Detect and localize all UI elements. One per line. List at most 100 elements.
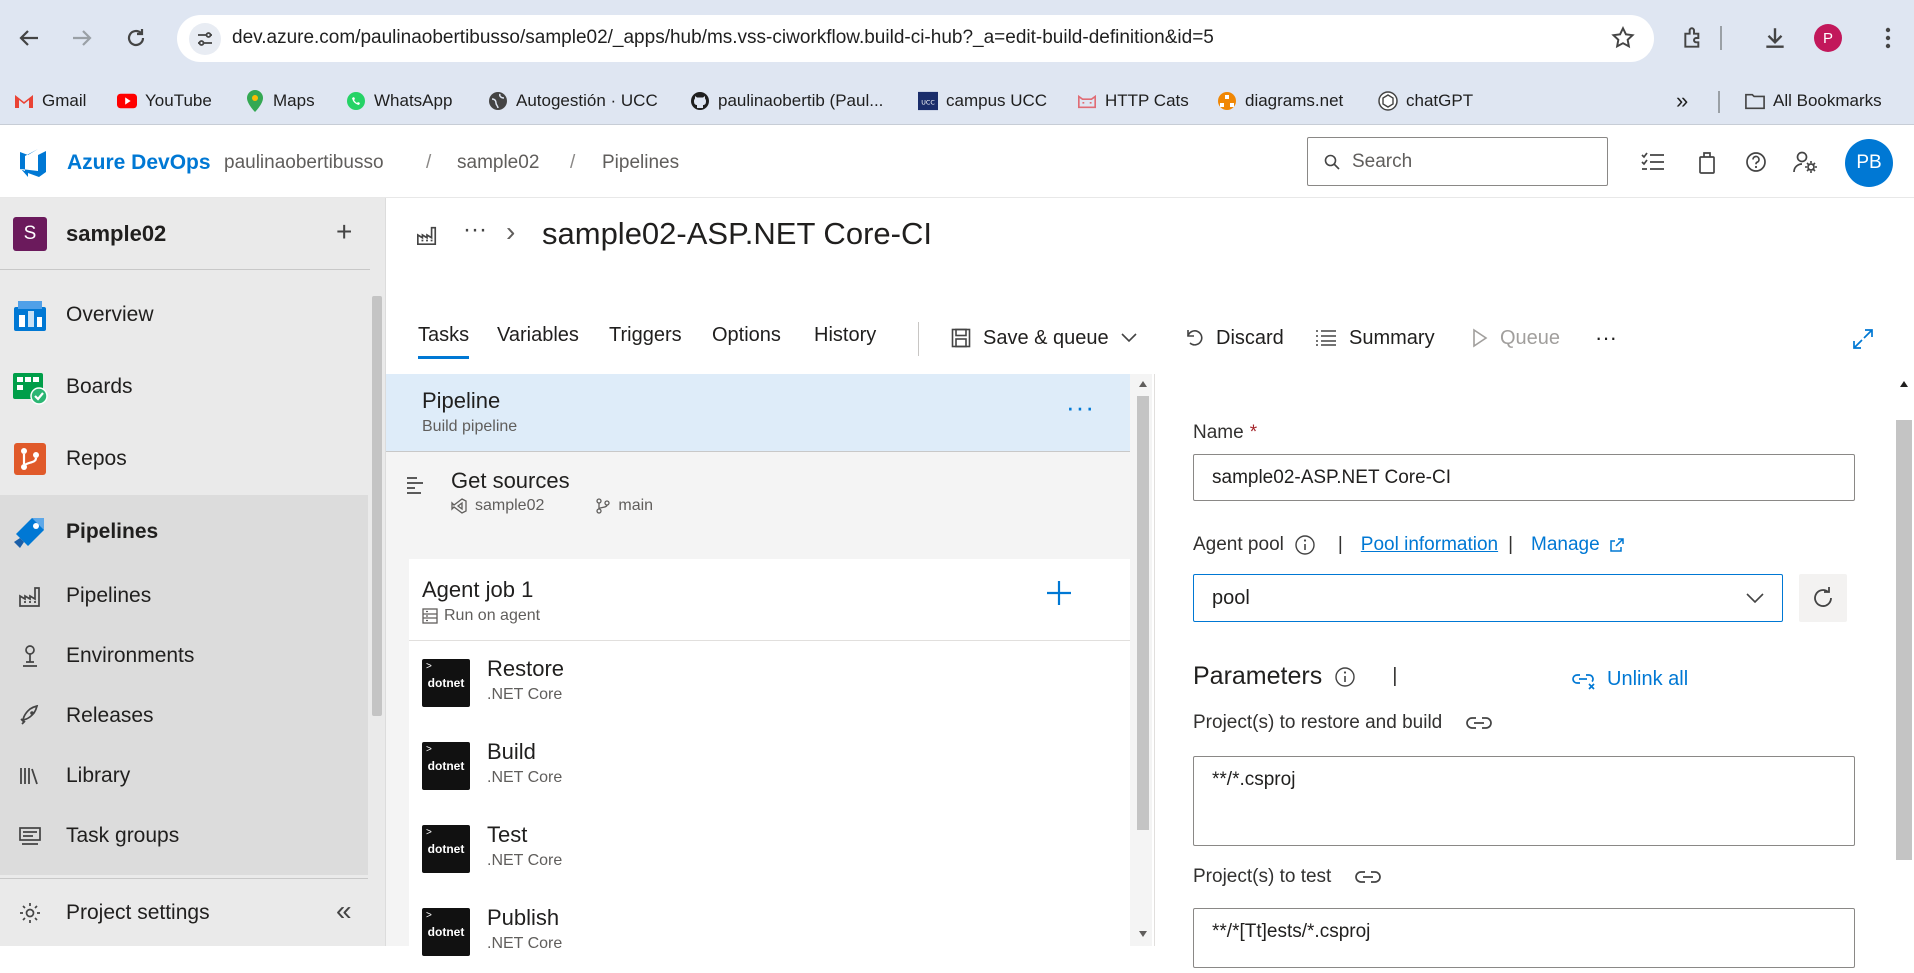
link-chain-icon[interactable] [1466,715,1493,731]
sidebar-subitem-pipelines[interactable]: Pipelines [0,566,368,626]
refresh-pool-button[interactable] [1799,574,1847,622]
project-header[interactable]: S sample02 + [0,198,370,270]
sidebar-item-repos[interactable]: Repos [0,429,368,489]
azure-devops-logo-icon[interactable] [16,145,50,179]
bookmark-http-cats[interactable]: HTTP Cats [1077,87,1189,115]
sidebar-subitem-library[interactable]: Library [0,746,368,806]
bookmark-diagrams[interactable]: diagrams.net [1217,87,1343,115]
user-settings-icon[interactable] [1793,149,1819,175]
sidebar-item-overview[interactable]: Overview [0,285,368,345]
forward-button[interactable] [64,20,100,56]
get-sources-node[interactable]: Get sources sample02 main [386,453,1130,537]
queue-button[interactable]: Queue [1472,320,1560,356]
bookmark-youtube[interactable]: YouTube [117,87,212,115]
test-projects-textarea[interactable]: **/*[Tt]ests/*.csproj [1193,908,1855,968]
user-avatar[interactable]: PB [1845,139,1893,187]
unlink-all-button[interactable]: Unlink all [1571,668,1688,691]
tab-tasks[interactable]: Tasks [418,324,470,359]
bookmark-campus-ucc[interactable]: UCC campus UCC [918,87,1047,115]
search-box[interactable] [1307,137,1608,186]
add-task-plus-icon[interactable] [1045,579,1073,607]
restore-projects-textarea[interactable]: **/*.csproj [1193,756,1855,846]
tab-triggers[interactable]: Triggers [609,324,682,347]
pipeline-title: Pipeline [422,388,501,413]
sidebar-item-label: Pipelines [66,584,152,607]
sidebar-item-pipelines[interactable]: Pipelines [0,502,368,562]
pipeline-more-button[interactable]: ··· [1066,392,1095,423]
parameters-heading: Parameters | [1193,662,1397,691]
task-publish[interactable]: dotnet Publish .NET Core [409,891,1130,973]
address-bar[interactable]: dev.azure.com/paulinaobertibusso/sample0… [177,15,1654,62]
project-name[interactable]: sample02 [66,221,166,247]
bookmark-label: diagrams.net [1245,91,1344,110]
profile-avatar[interactable]: P [1814,24,1842,52]
extensions-icon[interactable] [1676,20,1712,56]
summary-button[interactable]: Summary [1315,320,1435,356]
external-link-icon [1609,538,1624,552]
sidebar-subitem-releases[interactable]: Releases [0,686,368,746]
sidebar-subitem-task-groups[interactable]: Task groups [0,806,368,866]
sidebar-subitem-environments[interactable]: Environments [0,626,368,686]
work-items-icon[interactable] [1640,149,1666,175]
help-icon[interactable] [1743,149,1769,175]
branch-icon [596,498,611,514]
manage-link[interactable]: Manage [1531,534,1600,556]
name-input[interactable]: sample02-ASP.NET Core-CI [1193,454,1855,501]
breadcrumb-organization[interactable]: paulinaobertibusso [224,152,384,174]
info-icon[interactable] [1334,666,1356,688]
tab-options[interactable]: Options [712,324,781,347]
bookmark-star-icon[interactable] [1610,25,1636,51]
agent-server-icon [422,608,438,624]
pipeline-node[interactable]: Pipeline Build pipeline ··· [386,374,1130,452]
repo-name: sample02 [475,497,545,514]
task-list-panel: Pipeline Build pipeline ··· Get sources … [386,374,1134,956]
bookmark-autogestion[interactable]: Autogestión · UCC [488,87,658,115]
agent-job-header[interactable]: Agent job 1 Run on agent [409,559,1130,641]
collapse-sidebar-button[interactable]: « [336,895,352,927]
link-chain-icon[interactable] [1355,869,1382,885]
tab-variables[interactable]: Variables [497,324,579,347]
bookmark-chatgpt[interactable]: chatGPT [1378,87,1473,115]
agent-pool-dropdown[interactable]: pool [1193,574,1783,622]
more-actions-button[interactable]: ··· [1595,320,1617,356]
reload-button[interactable] [118,20,154,56]
bookmark-github[interactable]: paulinaobertib (Paul... [690,87,883,115]
bookmark-gmail[interactable]: Gmail [14,87,86,115]
expand-fullscreen-icon[interactable] [1852,328,1874,350]
properties-scroll-thumb[interactable] [1896,420,1912,860]
site-info-icon[interactable] [189,23,221,55]
info-icon[interactable] [1294,534,1316,556]
breadcrumb-ellipsis-button[interactable]: ··· [463,216,487,244]
task-restore[interactable]: dotnet Restore .NET Core [409,642,1130,724]
dotnet-logo-icon: dotnet [422,742,470,790]
ado-brand[interactable]: Azure DevOps [67,151,211,175]
downloads-icon[interactable] [1757,20,1793,56]
youtube-icon [117,91,137,111]
unlink-all-label: Unlink all [1607,668,1689,690]
marketplace-bag-icon[interactable] [1694,149,1720,175]
task-test[interactable]: dotnet Test .NET Core [409,808,1130,890]
bookmarks-overflow-button[interactable]: » [1676,87,1688,115]
sidebar-item-boards[interactable]: Boards [0,357,368,417]
sidebar-scroll-thumb[interactable] [372,296,382,716]
discard-button[interactable]: Discard [1184,320,1284,356]
project-settings-link[interactable]: Project settings [0,883,368,943]
browser-menu-icon[interactable] [1870,20,1906,56]
task-list-scroll-thumb[interactable] [1137,396,1149,830]
save-queue-button[interactable]: Save & queue [951,320,1137,356]
search-input[interactable] [1352,150,1592,173]
pool-information-link[interactable]: Pool information [1361,534,1498,556]
bookmark-whatsapp[interactable]: WhatsApp [346,87,452,115]
bookmark-maps[interactable]: Maps [245,87,315,115]
back-button[interactable] [11,20,47,56]
tab-bar: Tasks Variables Triggers Options History… [386,308,1914,372]
tab-history[interactable]: History [814,324,876,347]
dotnet-logo-icon: dotnet [422,659,470,707]
task-build[interactable]: dotnet Build .NET Core [409,725,1130,807]
breadcrumb-pipelines[interactable]: Pipelines [602,152,679,174]
save-disk-icon [951,328,971,348]
breadcrumb-project[interactable]: sample02 [457,152,539,174]
agent-job-title: Agent job 1 [422,577,534,602]
all-bookmarks-button[interactable]: All Bookmarks [1745,87,1882,115]
new-item-button[interactable]: + [336,216,352,248]
